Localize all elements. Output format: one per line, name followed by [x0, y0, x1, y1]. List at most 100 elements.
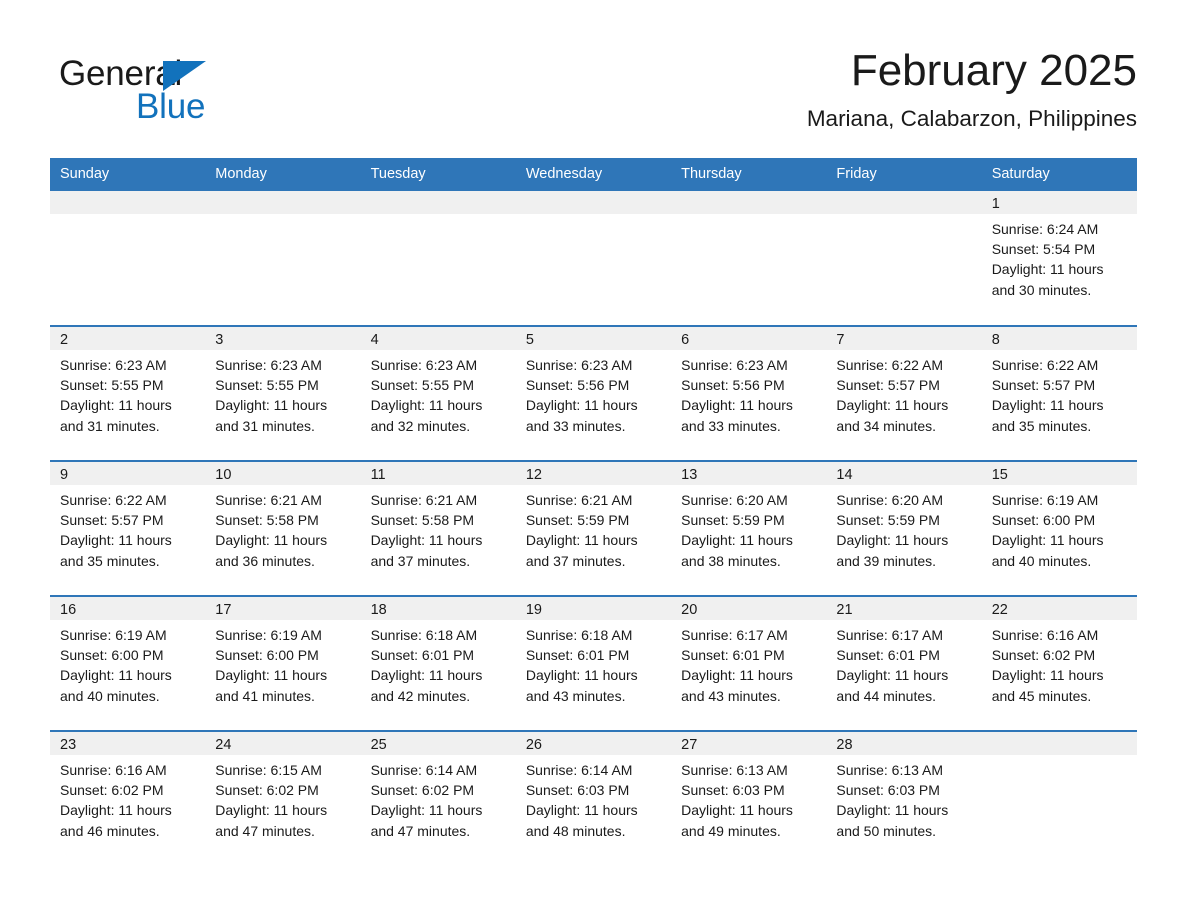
- calendar-day-cell[interactable]: 4 Sunrise: 6:23 AM Sunset: 5:55 PM Daylight…: [360, 325, 516, 461]
- calendar-day-cell[interactable]: 17 Sunrise: 6:19 AM Sunset: 6:00 PM Dayligh…: [205, 595, 361, 731]
- sunrise-text: Sunrise: 6:21 AM: [525, 492, 633, 508]
- calendar-day-cell[interactable]: 7 Sunrise: 6:22 AM Sunset: 5:57 PM Daylight…: [826, 325, 982, 461]
- calendar-empty-cell: [826, 191, 982, 326]
- day-sun-info: Sunrise: 6:13 AM Sunset: 6:03 PM Daylight:…: [671, 755, 826, 841]
- daylight-text: Daylight: 11 hours and 31 minutes.: [60, 397, 172, 434]
- calendar-day-cell[interactable]: 22 Sunrise: 6:16 AM Sunset: 6:02 PM Dayligh…: [981, 595, 1137, 731]
- calendar-day-cell[interactable]: 6 Sunrise: 6:23 AM Sunset: 5:56 PM Daylight…: [671, 325, 827, 461]
- sunset-text: Sunset: 6:02 PM: [215, 782, 319, 799]
- day-number: 19: [515, 597, 672, 620]
- calendar-day-cell[interactable]: 14 Sunrise: 6:20 AM Sunset: 5:59 PM Dayligh…: [826, 460, 982, 596]
- calendar-empty-cell: [981, 730, 1137, 866]
- daylight-text: Daylight: 11 hours and 47 minutes.: [215, 802, 328, 839]
- calendar-day-cell[interactable]: 18 Sunrise: 6:18 AM Sunset: 6:01 PM Dayligh…: [360, 595, 516, 731]
- calendar-day-cell[interactable]: 27 Sunrise: 6:13 AM Sunset: 6:03 PM Dayligh…: [671, 730, 827, 866]
- calendar-day-cell[interactable]: 28 Sunrise: 6:13 AM Sunset: 6:03 PM Dayligh…: [826, 730, 982, 866]
- sunrise-text: Sunrise: 6:23 AM: [215, 357, 322, 373]
- calendar-day-cell[interactable]: 20 Sunrise: 6:17 AM Sunset: 6:01 PM Dayligh…: [671, 595, 827, 731]
- day-number: 8: [981, 327, 1137, 350]
- sunset-text: Sunset: 5:57 PM: [991, 377, 1096, 394]
- calendar-day-cell[interactable]: 23 Sunrise: 6:16 AM Sunset: 6:02 PM Dayligh…: [50, 730, 206, 866]
- calendar-day-cell[interactable]: 11 Sunrise: 6:21 AM Sunset: 5:58 PM Dayligh…: [360, 460, 516, 596]
- day-number: 15: [981, 462, 1137, 485]
- day-number: 23: [50, 732, 206, 755]
- day-number: 13: [671, 462, 827, 485]
- sunrise-text: Sunrise: 6:20 AM: [836, 492, 944, 508]
- day-number: [360, 191, 516, 214]
- calendar-empty-cell: [360, 191, 516, 326]
- day-sun-info: Sunrise: 6:21 AM Sunset: 5:58 PM Daylight:…: [361, 485, 516, 571]
- sunrise-text: Sunrise: 6:16 AM: [60, 762, 167, 778]
- daylight-text: Daylight: 11 hours and 33 minutes.: [525, 397, 638, 434]
- calendar-empty-cell: [205, 191, 361, 326]
- sunrise-text: Sunrise: 6:21 AM: [215, 492, 322, 508]
- weekday-header-sunday: Sunday: [50, 158, 206, 191]
- day-number: [671, 191, 827, 214]
- day-sun-info: Sunrise: 6:16 AM Sunset: 6:02 PM Daylight:…: [50, 755, 205, 841]
- calendar-day-cell[interactable]: 10 Sunrise: 6:21 AM Sunset: 5:58 PM Dayligh…: [205, 460, 361, 596]
- daylight-text: Daylight: 11 hours and 43 minutes.: [525, 667, 638, 704]
- sunrise-text: Sunrise: 6:16 AM: [991, 627, 1099, 643]
- sunrise-text: Sunrise: 6:19 AM: [215, 627, 322, 643]
- day-number: 12: [515, 462, 672, 485]
- day-number: 28: [826, 732, 982, 755]
- calendar-day-cell[interactable]: 24 Sunrise: 6:15 AM Sunset: 6:02 PM Dayligh…: [205, 730, 361, 866]
- sunset-text: Sunset: 6:00 PM: [991, 512, 1096, 529]
- calendar-day-cell[interactable]: 21 Sunrise: 6:17 AM Sunset: 6:01 PM Dayligh…: [826, 595, 982, 731]
- daylight-text: Daylight: 11 hours and 40 minutes.: [991, 532, 1104, 569]
- sunset-text: Sunset: 5:54 PM: [991, 241, 1096, 258]
- calendar-day-cell[interactable]: 2 Sunrise: 6:23 AM Sunset: 5:55 PM Daylight…: [50, 325, 206, 461]
- sunset-text: Sunset: 6:01 PM: [681, 647, 785, 664]
- sunrise-text: Sunrise: 6:18 AM: [525, 627, 633, 643]
- day-sun-info: Sunrise: 6:24 AM Sunset: 5:54 PM Daylight:…: [982, 214, 1137, 300]
- sunset-text: Sunset: 5:57 PM: [836, 377, 940, 394]
- day-sun-info: Sunrise: 6:17 AM Sunset: 6:01 PM Daylight:…: [671, 620, 826, 706]
- calendar-day-cell[interactable]: 16 Sunrise: 6:19 AM Sunset: 6:00 PM Dayligh…: [50, 595, 206, 731]
- calendar-day-cell[interactable]: 26 Sunrise: 6:14 AM Sunset: 6:03 PM Dayligh…: [515, 730, 672, 866]
- day-number: 2: [50, 327, 206, 350]
- sunrise-text: Sunrise: 6:13 AM: [681, 762, 788, 778]
- day-number: 10: [205, 462, 361, 485]
- calendar-day-cell[interactable]: 13 Sunrise: 6:20 AM Sunset: 5:59 PM Dayligh…: [671, 460, 827, 596]
- day-number: [205, 191, 361, 214]
- day-number: 1: [981, 191, 1137, 214]
- day-number: 22: [981, 597, 1137, 620]
- calendar-day-cell[interactable]: 25 Sunrise: 6:14 AM Sunset: 6:02 PM Dayligh…: [360, 730, 516, 866]
- day-sun-info: Sunrise: 6:16 AM Sunset: 6:02 PM Daylight:…: [982, 620, 1137, 706]
- sunset-text: Sunset: 6:03 PM: [525, 782, 630, 799]
- day-sun-info: Sunrise: 6:21 AM Sunset: 5:58 PM Daylight:…: [205, 485, 360, 571]
- day-sun-info: Sunrise: 6:19 AM Sunset: 6:00 PM Daylight:…: [205, 620, 360, 706]
- calendar-day-cell[interactable]: 1 Sunrise: 6:24 AM Sunset: 5:54 PM Daylight…: [981, 191, 1137, 326]
- weekday-header-wednesday: Wednesday: [515, 158, 672, 191]
- calendar-table: Sunday Monday Tuesday Wednesday Thursday…: [50, 158, 1137, 866]
- daylight-text: Daylight: 11 hours and 31 minutes.: [215, 397, 328, 434]
- daylight-text: Daylight: 11 hours and 42 minutes.: [370, 667, 483, 704]
- title-block: February 2025 Mariana, Calabarzon, Phili…: [807, 44, 1137, 134]
- calendar-day-cell[interactable]: 15 Sunrise: 6:19 AM Sunset: 6:00 PM Dayligh…: [981, 460, 1137, 596]
- sunrise-text: Sunrise: 6:19 AM: [60, 627, 167, 643]
- calendar-day-cell[interactable]: 9 Sunrise: 6:22 AM Sunset: 5:57 PM Daylight…: [50, 460, 206, 596]
- weekday-header-tuesday: Tuesday: [360, 158, 516, 191]
- day-number: 20: [671, 597, 827, 620]
- calendar-day-cell[interactable]: 5 Sunrise: 6:23 AM Sunset: 5:56 PM Daylight…: [515, 325, 672, 461]
- day-sun-info: Sunrise: 6:21 AM Sunset: 5:59 PM Daylight:…: [516, 485, 671, 571]
- daylight-text: Daylight: 11 hours and 33 minutes.: [681, 397, 793, 434]
- calendar-day-cell[interactable]: 19 Sunrise: 6:18 AM Sunset: 6:01 PM Dayligh…: [515, 595, 672, 731]
- calendar-day-cell[interactable]: 8 Sunrise: 6:22 AM Sunset: 5:57 PM Daylight…: [981, 325, 1137, 461]
- day-number: 6: [671, 327, 827, 350]
- day-sun-info: Sunrise: 6:19 AM Sunset: 6:00 PM Daylight:…: [50, 620, 205, 706]
- calendar-header-row: Sunday Monday Tuesday Wednesday Thursday…: [50, 158, 1137, 191]
- sunset-text: Sunset: 6:02 PM: [991, 647, 1096, 664]
- calendar-day-cell[interactable]: 3 Sunrise: 6:23 AM Sunset: 5:55 PM Daylight…: [205, 325, 361, 461]
- day-number: 3: [205, 327, 361, 350]
- day-number: 5: [515, 327, 672, 350]
- calendar-day-cell[interactable]: 12 Sunrise: 6:21 AM Sunset: 5:59 PM Dayligh…: [515, 460, 672, 596]
- calendar-week-row: 16 Sunrise: 6:19 AM Sunset: 6:00 PM Dayligh…: [50, 595, 1137, 731]
- sunset-text: Sunset: 5:59 PM: [681, 512, 785, 529]
- daylight-text: Daylight: 11 hours and 38 minutes.: [681, 532, 793, 569]
- sunrise-text: Sunrise: 6:24 AM: [991, 221, 1099, 237]
- sunset-text: Sunset: 6:01 PM: [370, 647, 475, 664]
- day-sun-info: Sunrise: 6:14 AM Sunset: 6:03 PM Daylight:…: [516, 755, 671, 841]
- calendar-week-row: 23 Sunrise: 6:16 AM Sunset: 6:02 PM Dayligh…: [50, 730, 1137, 866]
- calendar-body: 1 Sunrise: 6:24 AM Sunset: 5:54 PM Daylight…: [50, 191, 1137, 866]
